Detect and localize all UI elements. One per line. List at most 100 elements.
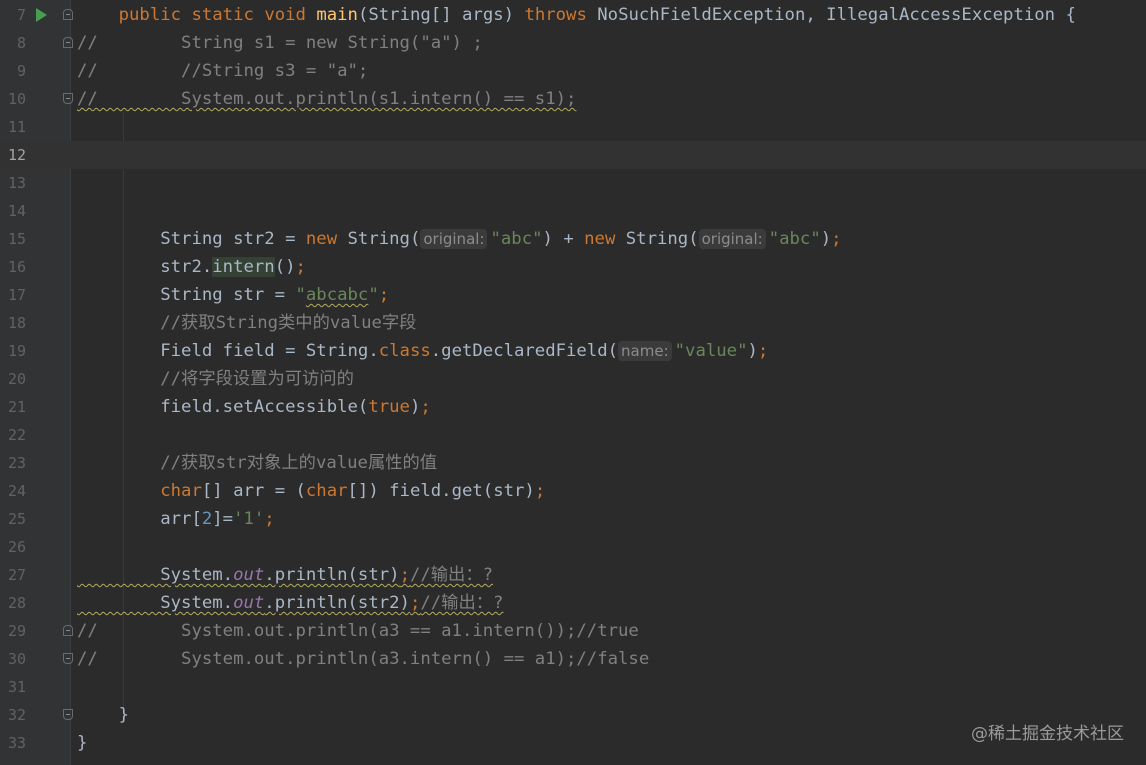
code-token: ;: [399, 565, 410, 585]
code-token: ;: [831, 229, 842, 249]
fold-icon[interactable]: [63, 93, 73, 104]
code-token: static: [191, 5, 254, 25]
warning-region: System.out.println(str);//输出：?: [77, 565, 493, 585]
line-code: arr[2]='1';: [77, 505, 275, 533]
code-line[interactable]: 7 public static void main(String[] args)…: [0, 1, 1146, 29]
line-number: 23: [7, 454, 26, 472]
code-line[interactable]: 28 System.out.println(str2);//输出：?: [0, 589, 1146, 617]
code-line[interactable]: 22: [0, 421, 1146, 449]
code-line[interactable]: 20 //将字段设置为可访问的: [0, 365, 1146, 393]
code-token: System.: [77, 565, 234, 585]
line-number: 29: [7, 622, 26, 640]
line-number: 28: [7, 594, 26, 612]
code-token: ;: [264, 509, 275, 529]
code-line[interactable]: 25 arr[2]='1';: [0, 505, 1146, 533]
parameter-hint: name:: [618, 341, 672, 361]
code-token: ": [295, 285, 306, 305]
fold-icon[interactable]: [63, 625, 73, 636]
code-line[interactable]: 13: [0, 169, 1146, 197]
code-token: arr[: [77, 509, 202, 529]
code-line[interactable]: 21 field.setAccessible(true);: [0, 393, 1146, 421]
code-line[interactable]: 27 System.out.println(str);//输出：?: [0, 561, 1146, 589]
code-line[interactable]: 29 // System.out.println(a3 == a1.intern(…: [0, 617, 1146, 645]
fold-icon[interactable]: [63, 653, 73, 664]
line-number: 14: [7, 202, 26, 220]
comment: //输出：?: [409, 565, 494, 585]
code-token: ;: [295, 257, 306, 277]
comment: //获取String类中的value字段: [77, 313, 417, 333]
line-code: field.setAccessible(true);: [77, 393, 431, 421]
code-token: "abc": [768, 229, 821, 249]
code-token: String(: [615, 229, 699, 249]
code-line[interactable]: 31: [0, 673, 1146, 701]
line-code: }: [77, 701, 129, 729]
line-number: 33: [7, 734, 26, 752]
code-token: ): [820, 229, 832, 249]
code-token: new: [584, 229, 616, 249]
fold-icon[interactable]: [63, 9, 73, 20]
code-token: (): [274, 257, 296, 277]
line-code: char[] arr = (char[]) field.get(str);: [77, 477, 545, 505]
code-line[interactable]: 12: [0, 141, 1146, 169]
code-token: abcabc: [305, 285, 369, 305]
line-code: //获取String类中的value字段: [77, 309, 416, 337]
line-code: // System.out.println(a3 == a1.intern())…: [77, 617, 639, 645]
fold-icon[interactable]: [63, 709, 73, 720]
code-token: [] arr = (: [201, 481, 306, 501]
code-token: "abc": [490, 229, 543, 249]
code-line[interactable]: 18 //获取String类中的value字段: [0, 309, 1146, 337]
code-token: String(: [337, 229, 421, 249]
line-number: 12: [7, 146, 26, 164]
line-code: //将字段设置为可访问的: [77, 365, 354, 393]
line-number: 15: [7, 230, 26, 248]
code-line[interactable]: 17 String str = "abcabc";: [0, 281, 1146, 309]
code-line[interactable]: 15 String str2 = new String(original: "ab…: [0, 225, 1146, 253]
code-line[interactable]: 16 str2.intern();: [0, 253, 1146, 281]
comment: //输出：?: [420, 593, 504, 613]
code-token: ;: [409, 593, 421, 613]
watermark: @稀土掘金技术社区: [971, 724, 1124, 744]
code-line[interactable]: 11: [0, 113, 1146, 141]
line-number: 22: [7, 426, 26, 444]
line-number: 30: [7, 650, 26, 668]
fold-icon[interactable]: [63, 37, 73, 48]
line-number: 25: [7, 510, 26, 528]
code-token: (String[] args): [357, 5, 525, 25]
code-token: ) +: [542, 229, 585, 249]
code-line[interactable]: 8 // String s1 = new String("a") ;: [0, 29, 1146, 57]
line-code: // //String s3 = "a";: [77, 57, 368, 85]
code-token: String str2 =: [77, 229, 306, 249]
parameter-hint: original:: [420, 229, 488, 249]
code-token: ;: [420, 397, 431, 417]
code-token: Field field = String.: [77, 341, 379, 361]
line-code: String str = "abcabc";: [77, 281, 389, 309]
line-code: }: [77, 729, 87, 757]
line-code: String str2 = new String(original: "abc")…: [77, 225, 842, 253]
code-token: public: [118, 5, 182, 25]
code-line[interactable]: 19 Field field = String.class.getDeclare…: [0, 337, 1146, 365]
code-editor[interactable]: 7 public static void main(String[] args)…: [0, 0, 1146, 765]
code-token: char: [160, 481, 202, 501]
run-icon[interactable]: [36, 8, 47, 22]
code-token: ": [368, 285, 379, 305]
code-line[interactable]: 9 // //String s3 = "a";: [0, 57, 1146, 85]
code-token: .println(str2): [264, 593, 410, 613]
code-line[interactable]: 23 //获取str对象上的value属性的值: [0, 449, 1146, 477]
code-token: ;: [534, 481, 546, 501]
parameter-hint: original:: [698, 229, 766, 249]
code-line[interactable]: 24 char[] arr = (char[]) field.get(str);: [0, 477, 1146, 505]
code-line[interactable]: 26: [0, 533, 1146, 561]
code-token: out: [233, 593, 265, 613]
comment: //将字段设置为可访问的: [77, 369, 354, 389]
code-token: out: [233, 565, 265, 585]
line-number: 19: [7, 342, 26, 360]
line-number: 13: [7, 174, 26, 192]
code-line[interactable]: 30 // System.out.println(a3.intern() == a…: [0, 645, 1146, 673]
line-number: 17: [7, 286, 26, 304]
code-line[interactable]: 10 // System.out.println(s1.intern() == s…: [0, 85, 1146, 113]
commented-code: // System.out.println(a3.intern() == a1)…: [77, 649, 650, 669]
line-code: // System.out.println(a3.intern() == a1)…: [77, 645, 649, 673]
line-number: 16: [7, 258, 26, 276]
code-line[interactable]: 14: [0, 197, 1146, 225]
